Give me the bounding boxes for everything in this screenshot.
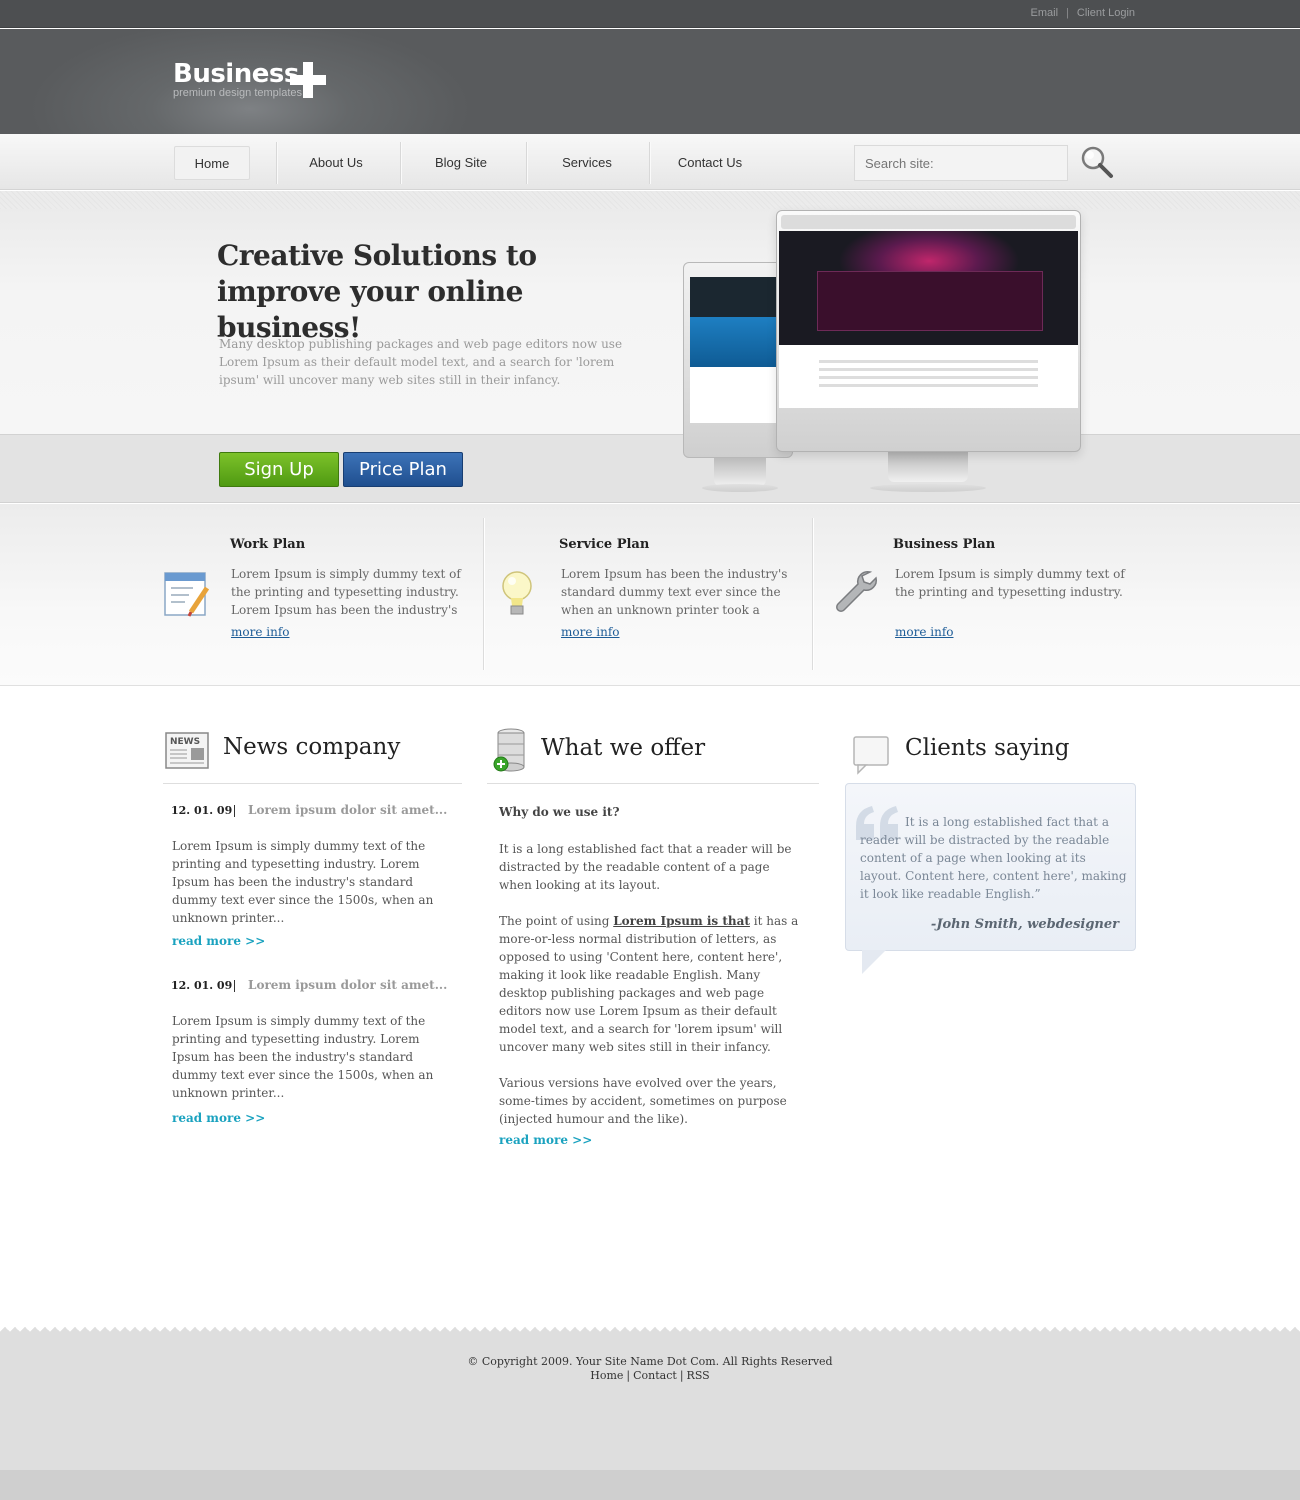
offer-p2-lead: The point of using [499,914,610,928]
testimonial-author: -John Smith, webdesigner [930,917,1119,932]
top-links: Email | Client Login [1031,7,1135,19]
monitor-stand-right [888,452,968,482]
feature-title-service-plan: Service Plan [559,537,650,552]
logo-tagline: premium design templates [173,87,303,99]
offer-divider [487,783,819,784]
footer-separator: | [679,1369,684,1382]
client-login-link[interactable]: Client Login [1077,7,1135,19]
nav-divider [526,142,527,184]
feature-text-business-plan: Lorem Ipsum is simply dummy text of the … [895,567,1125,599]
news-read-more-link[interactable]: read more >> [172,1111,265,1125]
footer-links: Home | Contact | RSS [0,1369,1300,1382]
site-header: Business premium design templates [0,29,1300,134]
monitor-front-screen [779,231,1078,408]
news-divider [163,783,462,784]
nav-divider [276,142,277,184]
offer-p2-rest: it has a more-or-less normal distributio… [499,914,799,1054]
testimonial-quote: It is a long established fact that a rea… [860,815,1127,901]
footer-link-home[interactable]: Home [590,1369,623,1382]
nav-divider [649,142,650,184]
nav-divider [400,142,401,184]
offer-paragraph-3: Various versions have evolved over the y… [499,1076,787,1126]
lightbulb-icon [502,571,532,615]
clients-heading: Clients saying [905,735,1070,761]
search-icon[interactable] [1079,144,1115,180]
footer-separator: | [626,1369,631,1382]
monitor-back-screen [690,277,786,423]
nav-item-contact-us[interactable]: Contact Us [670,146,750,180]
monitor-base-left [702,484,778,492]
monitor-front [776,210,1081,452]
email-link[interactable]: Email [1031,7,1059,19]
monitor-stand-left [714,456,766,486]
sign-up-button[interactable]: Sign Up [219,452,339,487]
offer-question: Why do we use it? [499,805,620,819]
testimonial-tail [862,950,886,974]
news-date-separator [234,805,235,817]
wrench-icon [836,570,878,612]
copyright-text: © Copyright 2009. Your Site Name Dot Com… [467,1355,833,1368]
svg-text:NEWS: NEWS [170,737,200,747]
feature-title-business-plan: Business Plan [893,537,996,552]
footer-link-contact[interactable]: Contact [633,1369,677,1382]
hero-description: Many desktop publishing packages and web… [219,337,623,387]
monitor-base-right [870,484,986,492]
top-links-separator: | [1066,7,1069,19]
news-date: 12. 01. 09 [171,979,233,992]
more-info-link-business-plan[interactable]: more info [895,625,954,639]
news-read-more-link[interactable]: read more >> [172,934,265,948]
news-excerpt: Lorem Ipsum is simply dummy text of the … [172,1014,434,1100]
feature-divider [812,518,813,670]
news-excerpt: Lorem Ipsum is simply dummy text of the … [172,839,434,925]
price-plan-button[interactable]: Price Plan [343,452,463,487]
feature-text-service-plan: Lorem Ipsum has been the industry's stan… [561,567,788,617]
notepad-icon [164,572,210,617]
footer-bottom-band [0,1470,1300,1500]
feature-text-work-plan: Lorem Ipsum is simply dummy text of the … [231,567,461,617]
nav-item-services[interactable]: Services [547,146,627,180]
search-input[interactable] [854,145,1068,181]
footer-zigzag-edge [0,1322,1300,1332]
lorem-ipsum-link[interactable]: Lorem Ipsum is that [613,914,750,928]
news-date-separator [234,980,235,992]
logo-plus-icon [290,62,326,98]
main-nav: Home About Us Blog Site Services Contact… [0,134,1300,190]
footer-link-rss[interactable]: RSS [687,1369,710,1382]
hero-texture [0,191,1300,209]
nav-item-blog-site[interactable]: Blog Site [421,146,501,180]
more-info-link-service-plan[interactable]: more info [561,625,620,639]
nav-item-home[interactable]: Home [174,146,250,180]
offer-paragraph-2: The point of using Lorem Ipsum is that i… [499,912,809,1056]
news-title-link[interactable]: Lorem ipsum dolor sit amet... [248,803,447,817]
news-date: 12. 01. 09 [171,804,233,817]
hero-section [0,191,1300,434]
news-heading: News company [223,734,401,760]
offer-paragraph-1: It is a long established fact that a rea… [499,842,792,892]
nav-item-about-us[interactable]: About Us [296,146,376,180]
top-bar: Email | Client Login [0,0,1300,28]
feature-title-work-plan: Work Plan [230,537,306,552]
logo-wordmark: Business [173,59,299,89]
hero-button-band [0,434,1300,503]
offer-heading: What we offer [541,735,706,761]
site-footer [0,1330,1300,1470]
speech-bubble-icon [853,736,889,775]
feature-divider [483,518,484,670]
news-title-link[interactable]: Lorem ipsum dolor sit amet... [248,978,447,992]
newspaper-icon: NEWS [165,732,209,769]
hero-title: Creative Solutions to improve your onlin… [217,239,537,344]
browser-bar [781,215,1076,229]
site-logo[interactable]: Business premium design templates [173,59,326,99]
database-add-icon [493,728,525,772]
more-info-link-work-plan[interactable]: more info [231,625,290,639]
offer-read-more-link[interactable]: read more >> [499,1133,592,1147]
